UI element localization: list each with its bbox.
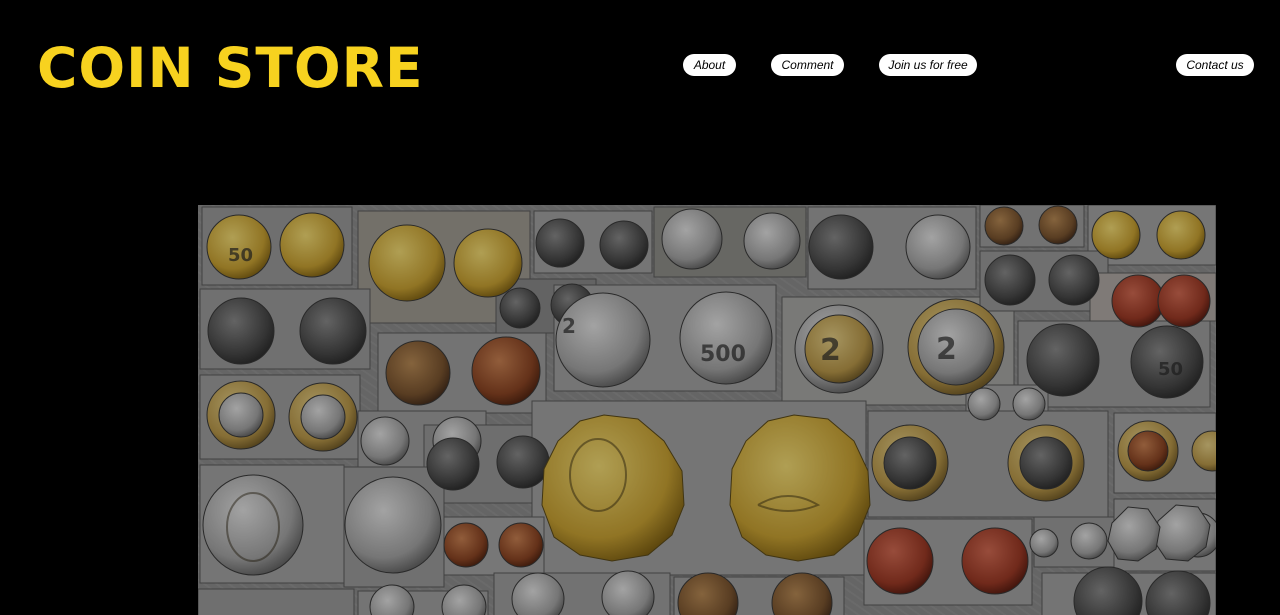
nav-about-button[interactable]: About [683, 54, 736, 76]
coin-collage-image: 500 2 2 2 50 50 [198, 205, 1216, 615]
nav-join-button[interactable]: Join us for free [879, 54, 977, 76]
coin-collage-svg: 500 2 2 2 50 50 [198, 205, 1216, 615]
site-logo[interactable]: COIN STORE [37, 36, 424, 100]
nav-comment-button[interactable]: Comment [771, 54, 844, 76]
nav-contact-button[interactable]: Contact us [1176, 54, 1254, 76]
